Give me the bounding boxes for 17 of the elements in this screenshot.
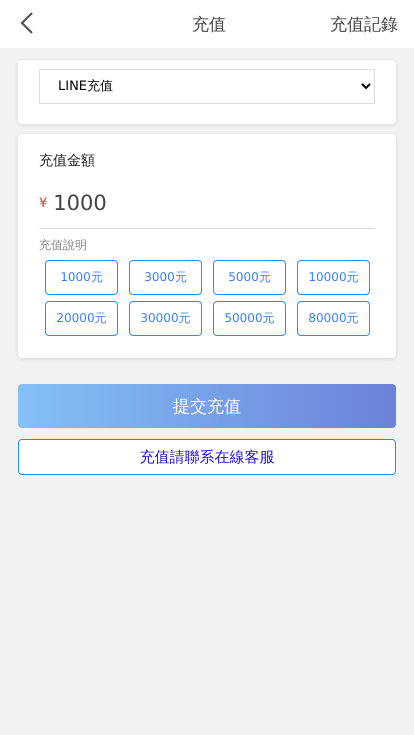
amount-option[interactable]: 50000元 <box>213 301 286 336</box>
submit-button[interactable]: 提交充值 <box>18 384 396 428</box>
recharge-history-link[interactable]: 充值記錄 <box>330 12 398 36</box>
currency-symbol: ¥ <box>39 196 48 210</box>
amount-option[interactable]: 10000元 <box>297 260 370 295</box>
page-title: 充值 <box>192 14 226 36</box>
amount-label: 充值金額 <box>39 152 96 170</box>
contact-service-button[interactable]: 充值請聯系在線客服 <box>18 439 396 475</box>
channel-select[interactable]: LINE充值 <box>39 69 375 104</box>
amount-option[interactable]: 20000元 <box>45 301 118 336</box>
recharge-note: 充值說明 <box>39 237 88 254</box>
amount-option[interactable]: 80000元 <box>297 301 370 336</box>
amount-option[interactable]: 5000元 <box>213 260 286 295</box>
back-icon[interactable] <box>20 11 34 35</box>
amount-option[interactable]: 1000元 <box>45 260 118 295</box>
amount-option[interactable]: 3000元 <box>129 260 202 295</box>
amount-option[interactable]: 30000元 <box>129 301 202 336</box>
